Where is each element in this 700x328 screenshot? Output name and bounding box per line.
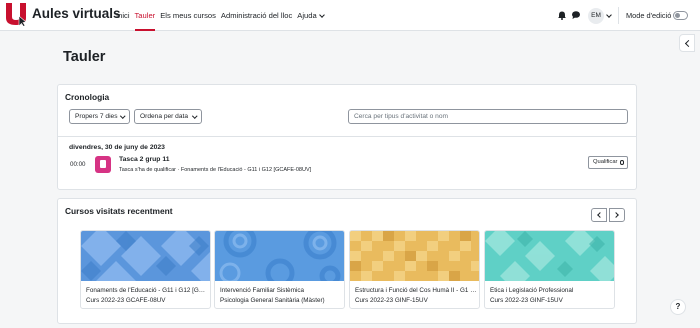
course-category: Curs 2022-23 GCAFE-08UV (86, 297, 166, 304)
course-card[interactable]: Estructura i Funció del Cos Humà II - G1… (349, 230, 480, 309)
event-time: 00:00 (70, 161, 86, 168)
timeline-days-filter[interactable]: Propers 7 dies (69, 109, 130, 124)
brand-name[interactable]: Aules virtuals (32, 6, 121, 21)
primary-navigation: Inici Tauler Els meus cursos Administrac… (116, 0, 329, 31)
chevron-left-icon (597, 212, 603, 218)
navbar-divider (618, 7, 619, 24)
nav-dashboard[interactable]: Tauler (134, 0, 155, 31)
nav-help-label: Ajuda (297, 11, 317, 20)
timeline-divider (58, 136, 636, 137)
nav-help[interactable]: Ajuda (297, 0, 325, 31)
course-card[interactable]: Fonaments de l'Educació - G11 i G12 [GCA… (80, 230, 211, 309)
external-link-icon (619, 160, 624, 165)
nav-site-admin[interactable]: Administració del lloc (221, 0, 292, 31)
event-title-link[interactable]: Tasca 2 grup 11 (119, 156, 170, 163)
course-name-link[interactable]: Ètica i Legislació Professional (490, 287, 612, 294)
chevron-down-icon (318, 12, 325, 18)
timeline-sort-dropdown[interactable]: Ordena per data (134, 109, 202, 124)
next-page-button[interactable] (609, 208, 625, 222)
course-category: Psicologia General Sanitària (Màster) (220, 297, 325, 304)
edit-mode-toggle[interactable] (673, 11, 688, 20)
timeline-block: Cronologia Propers 7 dies Ordena per dat… (57, 84, 637, 190)
course-image[interactable] (81, 231, 211, 281)
sort-label: Ordena per data (140, 113, 189, 120)
course-card[interactable]: Intervenció Familiar Sistèmica Psicologi… (214, 230, 345, 309)
open-drawer-chevron-left-icon[interactable] (679, 34, 695, 52)
nav-my-courses[interactable]: Els meus cursos (160, 0, 216, 31)
grade-button[interactable]: Qualificar (588, 156, 628, 169)
course-category: Curs 2022-23 GINF-15UV (355, 297, 428, 304)
course-category: Curs 2022-23 GINF-15UV (490, 297, 563, 304)
days-filter-label: Propers 7 dies (75, 113, 118, 120)
course-image[interactable] (485, 231, 615, 281)
help-question-icon[interactable]: ? (670, 299, 686, 315)
course-name-link[interactable]: Intervenció Familiar Sistèmica (220, 287, 342, 294)
user-menu-chevron-icon[interactable] (606, 12, 612, 18)
messages-chat-icon[interactable] (572, 11, 580, 19)
course-image[interactable] (215, 231, 345, 281)
assignment-icon (95, 156, 111, 173)
course-name-link[interactable]: Fonaments de l'Educació - G11 i G12 [GCA… (86, 287, 208, 294)
timeline-title: Cronologia (65, 92, 110, 102)
event-description: Tasca s'ha de qualificar · Fonaments de … (119, 167, 312, 173)
page-title: Tauler (63, 49, 106, 65)
chevron-right-icon (613, 212, 619, 218)
edit-mode-label: Mode d'edició (626, 11, 672, 20)
recent-courses-title: Cursos visitats recentment (65, 206, 173, 216)
course-image[interactable] (350, 231, 480, 281)
timeline-date-heading: divendres, 30 de juny de 2023 (69, 144, 165, 151)
grade-button-label: Qualificar (593, 159, 618, 165)
previous-page-button[interactable] (591, 208, 607, 222)
course-name-link[interactable]: Estructura i Funció del Cos Humà II - G1… (355, 287, 477, 294)
user-avatar[interactable]: EM (588, 8, 604, 24)
course-card[interactable]: Ètica i Legislació Professional Curs 202… (484, 230, 615, 309)
notifications-bell-icon[interactable] (558, 11, 566, 20)
chevron-down-icon (191, 113, 197, 119)
nav-home[interactable]: Inici (116, 0, 130, 31)
recent-courses-block: Cursos visitats recentment Fonaments de … (57, 198, 637, 324)
university-logo-icon[interactable] (5, 2, 27, 26)
timeline-search-input[interactable]: Cerca per tipus d'activitat o nom (348, 109, 628, 124)
chevron-down-icon (119, 113, 125, 119)
top-navbar: Aules virtuals Inici Tauler Els meus cur… (0, 0, 700, 31)
